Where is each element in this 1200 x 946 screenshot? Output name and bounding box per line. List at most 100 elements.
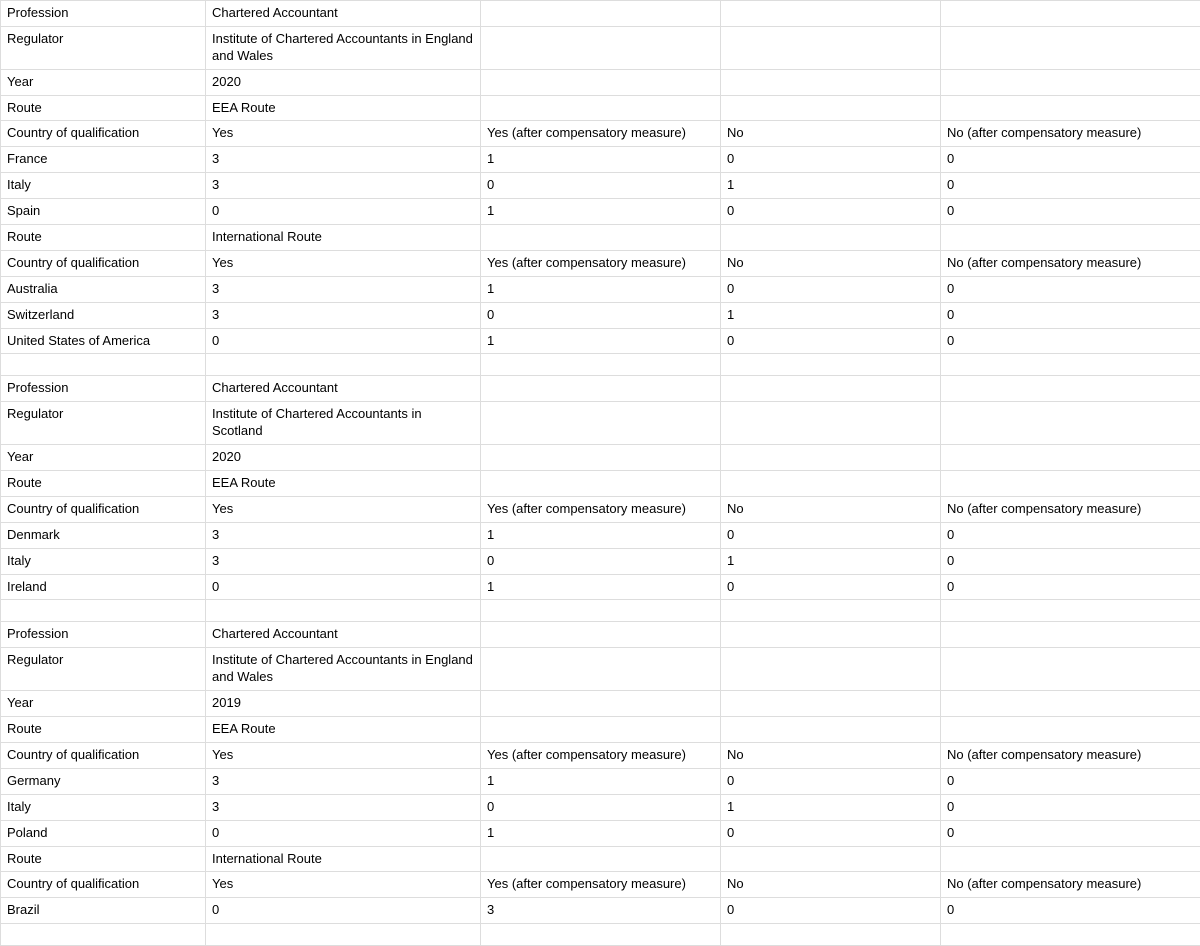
cell-no: 0 bbox=[721, 147, 941, 173]
header-no: No bbox=[721, 250, 941, 276]
cell-no-comp: 0 bbox=[941, 199, 1200, 225]
cell-yes: 0 bbox=[206, 820, 481, 846]
cell-yes: 0 bbox=[206, 328, 481, 354]
row-regulator: RegulatorInstitute of Chartered Accounta… bbox=[1, 26, 1200, 69]
cell-no: 0 bbox=[721, 768, 941, 794]
value-regulator: Institute of Chartered Accountants in En… bbox=[206, 26, 481, 69]
cell bbox=[206, 600, 481, 622]
cell bbox=[721, 924, 941, 946]
cell-no: 0 bbox=[721, 820, 941, 846]
header-country: Country of qualification bbox=[1, 496, 206, 522]
cell bbox=[941, 846, 1200, 872]
cell-yes-comp: 0 bbox=[481, 302, 721, 328]
value-year: 2020 bbox=[206, 445, 481, 471]
cell-no: 0 bbox=[721, 276, 941, 302]
cell bbox=[481, 376, 721, 402]
cell-yes: 3 bbox=[206, 794, 481, 820]
cell-yes-comp: 1 bbox=[481, 820, 721, 846]
header-yes: Yes bbox=[206, 742, 481, 768]
cell-yes: 3 bbox=[206, 147, 481, 173]
header-country: Country of qualification bbox=[1, 250, 206, 276]
data-row: Poland0100 bbox=[1, 820, 1200, 846]
cell bbox=[721, 691, 941, 717]
header-no-comp: No (after compensatory measure) bbox=[941, 496, 1200, 522]
row-header: Country of qualificationYesYes (after co… bbox=[1, 872, 1200, 898]
cell bbox=[481, 846, 721, 872]
cell bbox=[941, 225, 1200, 251]
cell-country: Italy bbox=[1, 548, 206, 574]
label-route: Route bbox=[1, 225, 206, 251]
cell bbox=[941, 600, 1200, 622]
cell bbox=[721, 445, 941, 471]
header-yes: Yes bbox=[206, 872, 481, 898]
cell-yes: 3 bbox=[206, 276, 481, 302]
data-table: ProfessionChartered AccountantRegulatorI… bbox=[0, 0, 1200, 946]
cell-country: Spain bbox=[1, 199, 206, 225]
cell-yes: 0 bbox=[206, 199, 481, 225]
cell bbox=[1, 354, 206, 376]
cell-no: 0 bbox=[721, 898, 941, 924]
cell bbox=[481, 1, 721, 27]
value-route: International Route bbox=[206, 225, 481, 251]
cell-country: Australia bbox=[1, 276, 206, 302]
header-no-comp: No (after compensatory measure) bbox=[941, 121, 1200, 147]
header-country: Country of qualification bbox=[1, 742, 206, 768]
cell bbox=[481, 445, 721, 471]
cell-no: 0 bbox=[721, 574, 941, 600]
cell bbox=[721, 402, 941, 445]
row-route: RouteEEA Route bbox=[1, 471, 1200, 497]
cell-yes-comp: 0 bbox=[481, 794, 721, 820]
cell-country: Switzerland bbox=[1, 302, 206, 328]
cell-yes-comp: 1 bbox=[481, 328, 721, 354]
cell-country: Denmark bbox=[1, 522, 206, 548]
header-yes-comp: Yes (after compensatory measure) bbox=[481, 250, 721, 276]
cell-no-comp: 0 bbox=[941, 574, 1200, 600]
row-route: RouteInternational Route bbox=[1, 225, 1200, 251]
cell bbox=[941, 717, 1200, 743]
label-regulator: Regulator bbox=[1, 402, 206, 445]
cell bbox=[481, 69, 721, 95]
cell-no: 1 bbox=[721, 173, 941, 199]
cell-country: United States of America bbox=[1, 328, 206, 354]
label-profession: Profession bbox=[1, 376, 206, 402]
header-yes-comp: Yes (after compensatory measure) bbox=[481, 496, 721, 522]
cell bbox=[481, 225, 721, 251]
cell bbox=[481, 471, 721, 497]
row-year: Year2019 bbox=[1, 691, 1200, 717]
cell bbox=[721, 471, 941, 497]
row-year: Year2020 bbox=[1, 69, 1200, 95]
data-row: Italy3010 bbox=[1, 548, 1200, 574]
cell-yes: 3 bbox=[206, 548, 481, 574]
cell bbox=[721, 717, 941, 743]
cell bbox=[721, 1, 941, 27]
cell-country: Germany bbox=[1, 768, 206, 794]
cell bbox=[721, 600, 941, 622]
label-regulator: Regulator bbox=[1, 26, 206, 69]
label-profession: Profession bbox=[1, 1, 206, 27]
row-header: Country of qualificationYesYes (after co… bbox=[1, 121, 1200, 147]
cell-no-comp: 0 bbox=[941, 328, 1200, 354]
blank-row bbox=[1, 600, 1200, 622]
cell-no-comp: 0 bbox=[941, 173, 1200, 199]
data-row: Brazil0300 bbox=[1, 898, 1200, 924]
cell-yes-comp: 0 bbox=[481, 173, 721, 199]
row-profession: ProfessionChartered Accountant bbox=[1, 376, 1200, 402]
cell-yes: 0 bbox=[206, 574, 481, 600]
cell-yes-comp: 1 bbox=[481, 199, 721, 225]
cell bbox=[941, 471, 1200, 497]
row-regulator: RegulatorInstitute of Chartered Accounta… bbox=[1, 402, 1200, 445]
cell bbox=[481, 648, 721, 691]
cell bbox=[721, 95, 941, 121]
cell bbox=[481, 26, 721, 69]
cell-no: 1 bbox=[721, 302, 941, 328]
header-no: No bbox=[721, 496, 941, 522]
label-profession: Profession bbox=[1, 622, 206, 648]
row-route: RouteEEA Route bbox=[1, 717, 1200, 743]
cell bbox=[941, 691, 1200, 717]
cell bbox=[206, 354, 481, 376]
cell-no-comp: 0 bbox=[941, 276, 1200, 302]
cell-country: Brazil bbox=[1, 898, 206, 924]
label-route: Route bbox=[1, 95, 206, 121]
cell bbox=[481, 354, 721, 376]
label-route: Route bbox=[1, 846, 206, 872]
